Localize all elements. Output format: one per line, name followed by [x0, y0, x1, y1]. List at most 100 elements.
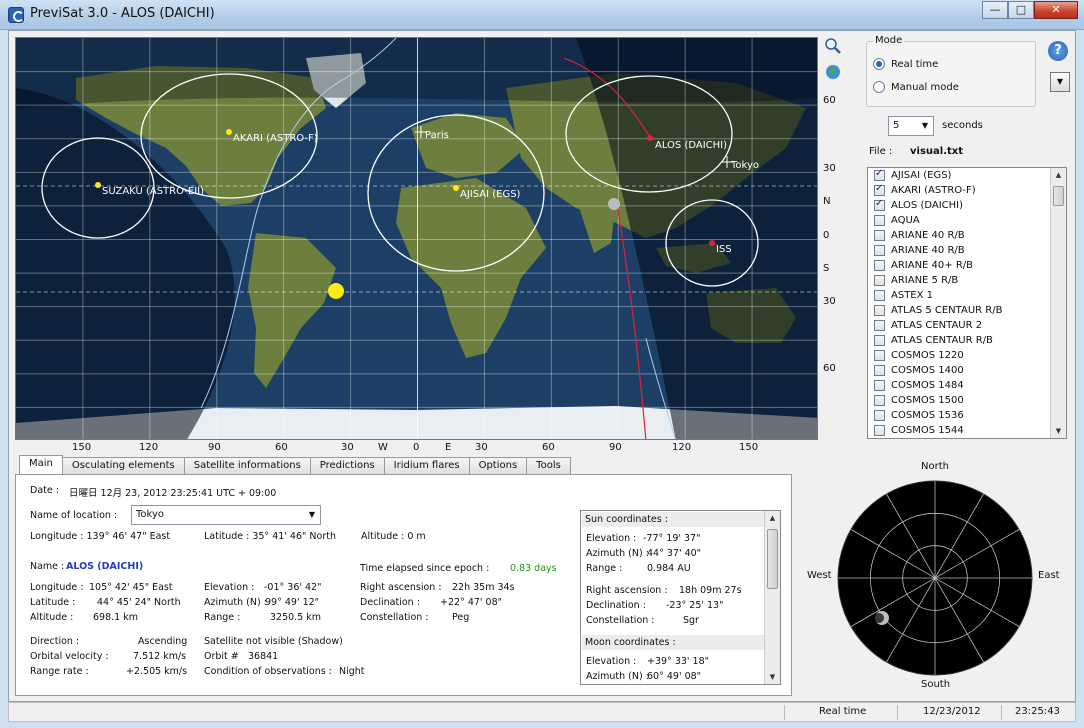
sky-west-label: West	[807, 570, 832, 581]
list-item[interactable]: ALOS (DAICHI)	[868, 198, 1052, 213]
satellite-checkbox[interactable]	[874, 320, 885, 331]
satellite-checkbox[interactable]	[874, 198, 885, 211]
sun-azimuth-label: Azimuth (N) :	[586, 548, 649, 559]
satellite-name: COSMOS 1500	[891, 395, 964, 406]
tab-tools[interactable]: Tools	[526, 457, 571, 474]
lat-label: 60	[823, 95, 836, 106]
moon-elevation-value: +39° 33' 18"	[647, 656, 709, 667]
declination-value: +22° 47' 08"	[440, 597, 502, 608]
file-name: visual.txt	[910, 146, 964, 157]
satellite-checkbox[interactable]	[874, 335, 885, 346]
satellite-checkbox[interactable]	[874, 275, 885, 286]
globe-icon[interactable]	[824, 63, 842, 81]
real-time-label: Real time	[891, 58, 939, 70]
menu-dropdown-button[interactable]: ▼	[1050, 72, 1070, 92]
satellite-checkbox[interactable]	[874, 245, 885, 256]
chevron-down-icon[interactable]: ▼	[304, 506, 320, 524]
list-item[interactable]: AKARI (ASTRO-F)	[868, 183, 1052, 198]
maximize-button[interactable]: □	[1008, 1, 1034, 19]
azimuth-label: Azimuth (N) :	[204, 597, 267, 608]
sat-marker-ajisai[interactable]	[453, 185, 459, 191]
scroll-down-icon[interactable]: ▼	[765, 670, 780, 684]
radio-dot[interactable]	[873, 81, 885, 93]
radio-dot[interactable]	[873, 58, 885, 70]
lat-label: N	[823, 196, 831, 207]
orbit-value: 36841	[248, 651, 279, 662]
tab-bar: Main Osculating elements Satellite infor…	[19, 455, 571, 474]
satellite-checkbox[interactable]	[874, 260, 885, 271]
sun-constellation-value: Sgr	[683, 615, 699, 626]
list-item[interactable]: COSMOS 1220	[868, 348, 1052, 363]
world-map[interactable]: AKARI (ASTRO-F) SUZAKU (ASTRO-EII) AJISA…	[15, 37, 818, 440]
list-item[interactable]: ARIANE 40+ R/B	[868, 258, 1052, 273]
satellite-checkbox[interactable]	[874, 183, 885, 196]
sun-icon	[328, 283, 344, 299]
list-item[interactable]: AQUA	[868, 213, 1052, 228]
list-item[interactable]: AJISAI (EGS)	[868, 168, 1052, 183]
tab-satellite-informations[interactable]: Satellite informations	[183, 457, 311, 474]
satellite-checkbox[interactable]	[874, 305, 885, 316]
list-item[interactable]: ATLAS CENTAUR R/B	[868, 333, 1052, 348]
satellite-name: AJISAI (EGS)	[891, 170, 952, 181]
real-time-radio[interactable]: Real time	[873, 58, 938, 70]
list-item[interactable]: ATLAS CENTAUR 2	[868, 318, 1052, 333]
observation-condition-label: Condition of observations :	[204, 666, 332, 677]
scroll-thumb[interactable]	[1053, 186, 1064, 206]
lon-label: 90	[609, 442, 622, 453]
satellite-checkbox[interactable]	[874, 290, 885, 301]
list-item[interactable]: ARIANE 40 R/B	[868, 228, 1052, 243]
scroll-up-icon[interactable]: ▲	[765, 511, 780, 525]
satellite-checkbox[interactable]	[874, 425, 885, 436]
help-icon[interactable]: ?	[1048, 41, 1068, 61]
zoom-icon[interactable]	[824, 37, 842, 55]
close-button[interactable]: ✕	[1034, 1, 1078, 19]
sat-marker-alos[interactable]	[647, 135, 653, 141]
list-item[interactable]: ARIANE 5 R/B	[868, 273, 1052, 288]
satellite-checkbox[interactable]	[874, 380, 885, 391]
sun-moon-coordinates[interactable]: Sun coordinates : Elevation : -77° 19' 3…	[580, 510, 781, 685]
satellite-checkbox[interactable]	[874, 168, 885, 181]
list-item[interactable]: ATLAS 5 CENTAUR R/B	[868, 303, 1052, 318]
location-value: Tokyo	[136, 509, 164, 520]
list-item[interactable]: COSMOS 1400	[868, 363, 1052, 378]
list-item[interactable]: COSMOS 1484	[868, 378, 1052, 393]
sky-plot[interactable]	[835, 479, 1035, 677]
satellite-checkbox[interactable]	[874, 410, 885, 421]
sat-label-akari: AKARI (ASTRO-F)	[233, 133, 318, 144]
moon-azimuth-label: Azimuth (N) :	[586, 671, 649, 682]
sat-marker-iss[interactable]	[709, 240, 715, 246]
sat-marker-suzaku[interactable]	[95, 182, 101, 188]
list-item[interactable]: ASTEX 1	[868, 288, 1052, 303]
satellite-list-scrollbar[interactable]: ▲ ▼	[1050, 168, 1066, 438]
scroll-down-icon[interactable]: ▼	[1051, 424, 1066, 438]
tab-options[interactable]: Options	[468, 457, 528, 474]
tab-osculating-elements[interactable]: Osculating elements	[61, 457, 185, 474]
chevron-down-icon[interactable]: ▼	[917, 117, 933, 135]
tab-iridium-flares[interactable]: Iridium flares	[383, 457, 470, 474]
sun-ra-value: 18h 09m 27s	[679, 585, 742, 596]
satellite-checkbox[interactable]	[874, 395, 885, 406]
scroll-up-icon[interactable]: ▲	[1051, 168, 1066, 182]
satellite-checkbox[interactable]	[874, 365, 885, 376]
list-item[interactable]: COSMOS 1544	[868, 423, 1052, 438]
satellite-checkbox[interactable]	[874, 350, 885, 361]
list-item[interactable]: ARIANE 40 R/B	[868, 243, 1052, 258]
satellite-checkbox[interactable]	[874, 215, 885, 226]
mode-group: Mode Real time Manual mode	[866, 35, 1036, 107]
list-item[interactable]: COSMOS 1500	[868, 393, 1052, 408]
sat-label-iss: ISS	[716, 244, 732, 255]
sat-marker-akari[interactable]	[226, 129, 232, 135]
manual-mode-radio[interactable]: Manual mode	[873, 81, 959, 93]
coordinates-scrollbar[interactable]: ▲ ▼	[764, 511, 780, 684]
tab-predictions[interactable]: Predictions	[309, 457, 385, 474]
step-combo[interactable]: 5 ▼	[888, 116, 934, 136]
list-item[interactable]: COSMOS 1536	[868, 408, 1052, 423]
satellite-list[interactable]: AJISAI (EGS) AKARI (ASTRO-F) ALOS (DAICHI)…	[867, 167, 1067, 439]
location-combo[interactable]: Tokyo ▼	[131, 505, 321, 525]
satellite-checkbox[interactable]	[874, 230, 885, 241]
scroll-thumb[interactable]	[767, 529, 778, 589]
window-title: PreviSat 3.0 - ALOS (DAICHI)	[30, 6, 215, 21]
minimize-button[interactable]: —	[982, 1, 1008, 19]
satellite-name: ASTEX 1	[891, 290, 934, 301]
tab-main[interactable]: Main	[19, 455, 63, 474]
